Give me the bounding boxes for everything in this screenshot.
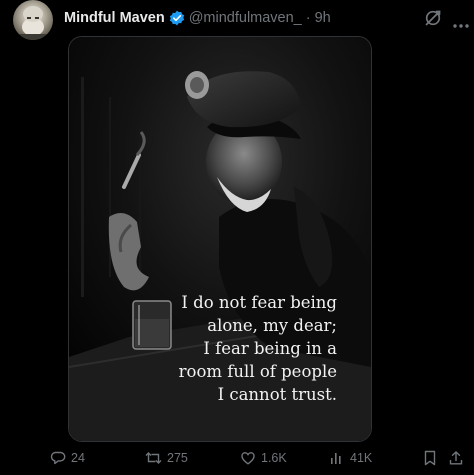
post-media-image[interactable]: I do not fear being alone, my dear; I fe… bbox=[68, 36, 372, 442]
repost-count: 275 bbox=[167, 451, 188, 465]
quote-line: room full of people bbox=[178, 362, 337, 381]
views-button[interactable]: 41K bbox=[329, 448, 372, 468]
verified-badge-icon[interactable] bbox=[169, 10, 185, 26]
quote-line: I fear being in a bbox=[203, 339, 337, 358]
repost-icon bbox=[145, 452, 162, 464]
repost-button[interactable]: 275 bbox=[145, 448, 188, 468]
bookmark-button[interactable] bbox=[423, 448, 442, 468]
separator-dot: · bbox=[305, 10, 311, 26]
share-button[interactable] bbox=[448, 448, 469, 468]
like-icon bbox=[241, 452, 255, 465]
post-actions: 24 275 1.6K 41K bbox=[0, 448, 474, 470]
author-handle[interactable]: @mindfulmaven_ bbox=[189, 10, 302, 26]
quote-line: I do not fear being bbox=[181, 293, 337, 312]
views-icon bbox=[331, 453, 341, 464]
like-button[interactable]: 1.6K bbox=[240, 448, 287, 468]
reply-count: 24 bbox=[71, 451, 85, 465]
like-count: 1.6K bbox=[261, 451, 287, 465]
quote-line: alone, my dear; bbox=[207, 316, 337, 335]
post-timestamp[interactable]: 9h bbox=[315, 10, 331, 26]
quote-text: I do not fear being alone, my dear; I fe… bbox=[147, 291, 337, 406]
views-count: 41K bbox=[350, 451, 373, 465]
author-display-name[interactable]: Mindful Maven bbox=[64, 10, 165, 26]
quote-line: I cannot trust. bbox=[217, 385, 337, 404]
reply-button[interactable]: 24 bbox=[50, 448, 85, 468]
share-icon bbox=[449, 451, 463, 465]
avatar[interactable] bbox=[13, 0, 53, 40]
post: Mindful Maven @mindfulmaven_ · 9h I do n… bbox=[0, 0, 474, 475]
post-header: Mindful Maven @mindfulmaven_ · 9h bbox=[64, 9, 331, 27]
reply-icon bbox=[50, 451, 66, 465]
grok-icon[interactable] bbox=[424, 9, 442, 27]
more-icon[interactable] bbox=[452, 16, 470, 28]
avatar-portrait-icon bbox=[17, 6, 49, 40]
bookmark-icon bbox=[424, 450, 436, 466]
